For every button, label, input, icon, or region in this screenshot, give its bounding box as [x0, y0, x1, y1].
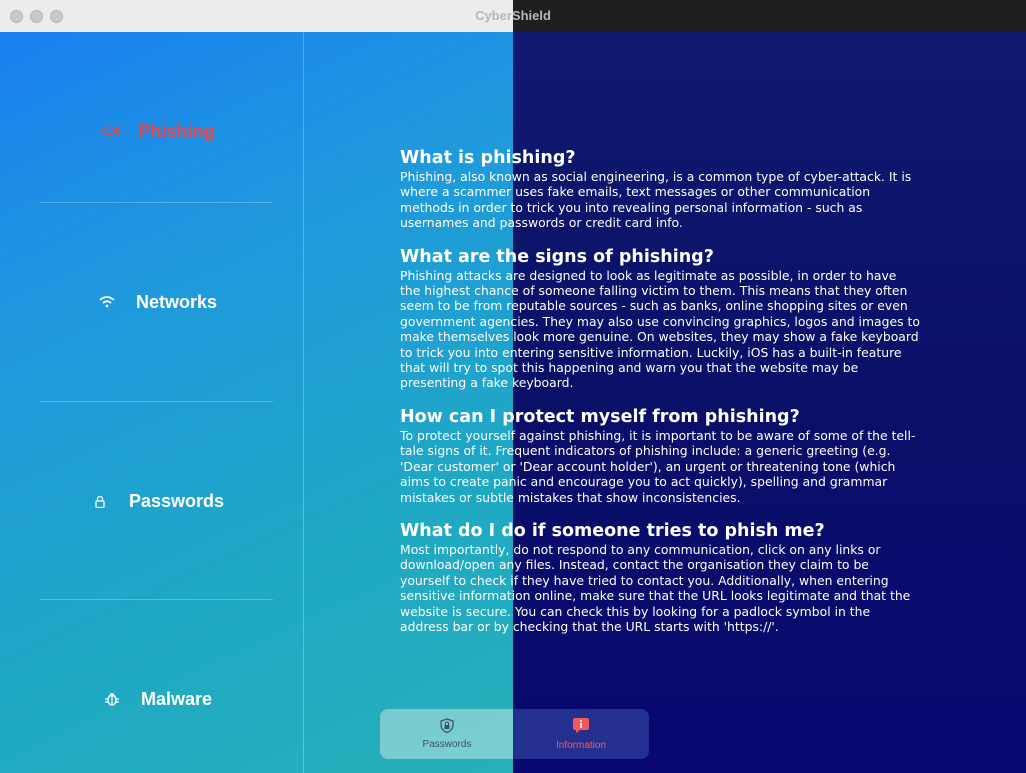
- wifi-icon: [96, 296, 118, 308]
- sidebar: Phishing Networks Passwords Malware: [0, 32, 304, 773]
- section-heading: How can I protect myself from phishing?: [400, 406, 800, 427]
- section-heading: What do I do if someone tries to phish m…: [400, 520, 825, 541]
- fish-icon: [99, 125, 121, 137]
- window-title: CyberShield: [475, 8, 551, 23]
- sidebar-item-passwords[interactable]: Passwords: [40, 402, 273, 600]
- section-body: Phishing, also known as social engineeri…: [400, 169, 912, 231]
- tab-label: Information: [555, 740, 607, 751]
- article: What is phishing? Phishing, also known a…: [400, 147, 920, 649]
- info-bubble-icon: [572, 717, 590, 737]
- section-body: To protect yourself against phishing, it…: [400, 427, 916, 505]
- tab-bar: Passwords Information: [380, 709, 649, 759]
- tab-passwords[interactable]: Passwords: [380, 709, 514, 759]
- section-heading: What are the signs of phishing?: [400, 246, 714, 267]
- tab-information[interactable]: Information: [514, 709, 648, 759]
- sidebar-item-label: Passwords: [128, 490, 225, 511]
- section-heading: What is phishing?: [400, 148, 576, 168]
- main-content: Phishing Networks Passwords Malware What…: [0, 32, 1026, 773]
- sidebar-item-phishing[interactable]: Phishing: [40, 32, 273, 230]
- shield-lock-icon: [440, 718, 454, 736]
- section-body: Phishing attacks are designed to look as…: [400, 267, 920, 391]
- bug-icon: [101, 691, 123, 707]
- lock-icon: [89, 495, 111, 508]
- app-window: CyberShield Phishing Networks Passwords …: [0, 0, 1026, 773]
- section-body: Most importantly, do not respond to any …: [400, 541, 911, 634]
- sidebar-item-networks[interactable]: Networks: [40, 203, 273, 401]
- sidebar-item-label: Malware: [140, 688, 213, 709]
- tab-label: Passwords: [422, 739, 472, 750]
- sidebar-item-label: Networks: [135, 291, 218, 312]
- sidebar-item-malware[interactable]: Malware: [40, 600, 273, 773]
- title-bar: CyberShield: [0, 0, 1026, 32]
- sidebar-item-label: Phishing: [138, 120, 215, 141]
